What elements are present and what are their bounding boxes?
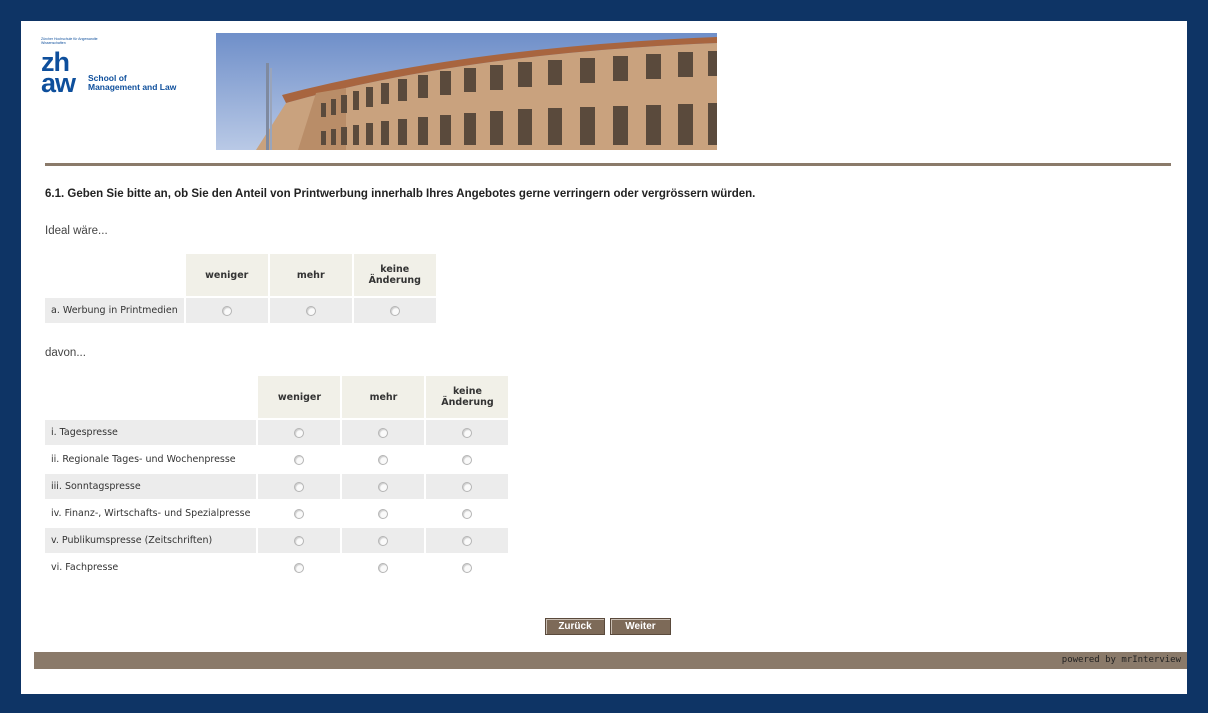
radio-button[interactable] (378, 454, 389, 465)
header-divider (45, 163, 1171, 166)
radio-button[interactable] (294, 454, 305, 465)
row-label: v. Publikumspresse (Zeitschriften) (45, 528, 257, 553)
zhaw-logo: Zürcher Hochschule für Angewandte Wissen… (41, 37, 211, 117)
column-header-mehr: mehr (342, 376, 425, 418)
table-row: vi. Fachpresse (45, 555, 509, 580)
header-building-image (216, 33, 717, 150)
table-row: iii. Sonntagspresse (45, 474, 509, 499)
radio-button[interactable] (462, 481, 473, 492)
logo-school-text: School of Management and Law (88, 74, 176, 92)
table-corner (45, 254, 184, 296)
row-label: a. Werbung in Printmedien (45, 298, 184, 323)
question-text: 6.1. Geben Sie bitte an, ob Sie den Ante… (45, 188, 756, 200)
back-button[interactable]: Zurück (545, 618, 605, 635)
radio-button[interactable] (294, 508, 305, 519)
table-corner (45, 376, 256, 418)
row-label: iii. Sonntagspresse (45, 474, 257, 499)
radio-button[interactable] (305, 305, 316, 316)
column-header-keine-aenderung: keine Änderung (426, 376, 509, 418)
radio-button[interactable] (378, 427, 389, 438)
radio-button[interactable] (378, 535, 389, 546)
grid-table-press-types: weniger mehr keine Änderung i. Tagespres… (43, 374, 510, 582)
row-label: iv. Finanz-, Wirtschafts- und Spezialpre… (45, 501, 257, 526)
radio-button[interactable] (294, 562, 305, 573)
table-row: iv. Finanz-, Wirtschafts- und Spezialpre… (45, 501, 509, 526)
logo-school-line2: Management and Law (88, 82, 177, 92)
column-header-mehr: mehr (269, 254, 352, 296)
intro-davon: davon... (45, 347, 86, 359)
row-label: vi. Fachpresse (45, 555, 257, 580)
row-label: i. Tagespresse (45, 420, 257, 445)
radio-button[interactable] (294, 535, 305, 546)
table-row: a. Werbung in Printmedien (45, 298, 436, 323)
intro-ideal: Ideal wäre... (45, 225, 108, 237)
radio-button[interactable] (462, 427, 473, 438)
radio-button[interactable] (294, 427, 305, 438)
radio-button[interactable] (378, 508, 389, 519)
table-row: i. Tagespresse (45, 420, 509, 445)
column-header-weniger: weniger (185, 254, 268, 296)
radio-button[interactable] (389, 305, 400, 316)
table-row: v. Publikumspresse (Zeitschriften) (45, 528, 509, 553)
next-button[interactable]: Weiter (610, 618, 671, 635)
column-header-weniger: weniger (258, 376, 341, 418)
radio-button[interactable] (378, 562, 389, 573)
powered-by-text: powered by mrInterview (1061, 655, 1181, 665)
logo-aw: aw (41, 68, 76, 98)
radio-button[interactable] (462, 508, 473, 519)
logo-small-text: Zürcher Hochschule für Angewandte Wissen… (41, 37, 98, 45)
radio-button[interactable] (462, 454, 473, 465)
table-row: ii. Regionale Tages- und Wochenpresse (45, 447, 509, 472)
grid-table-print: weniger mehr keine Änderung a. Werbung i… (43, 252, 438, 325)
radio-button[interactable] (294, 481, 305, 492)
radio-button[interactable] (378, 481, 389, 492)
radio-button[interactable] (221, 305, 232, 316)
row-label: ii. Regionale Tages- und Wochenpresse (45, 447, 257, 472)
survey-page: Zürcher Hochschule für Angewandte Wissen… (21, 21, 1187, 694)
radio-button[interactable] (462, 562, 473, 573)
radio-button[interactable] (462, 535, 473, 546)
column-header-keine-aenderung: keine Änderung (353, 254, 436, 296)
footer-bar: powered by mrInterview (34, 652, 1187, 669)
